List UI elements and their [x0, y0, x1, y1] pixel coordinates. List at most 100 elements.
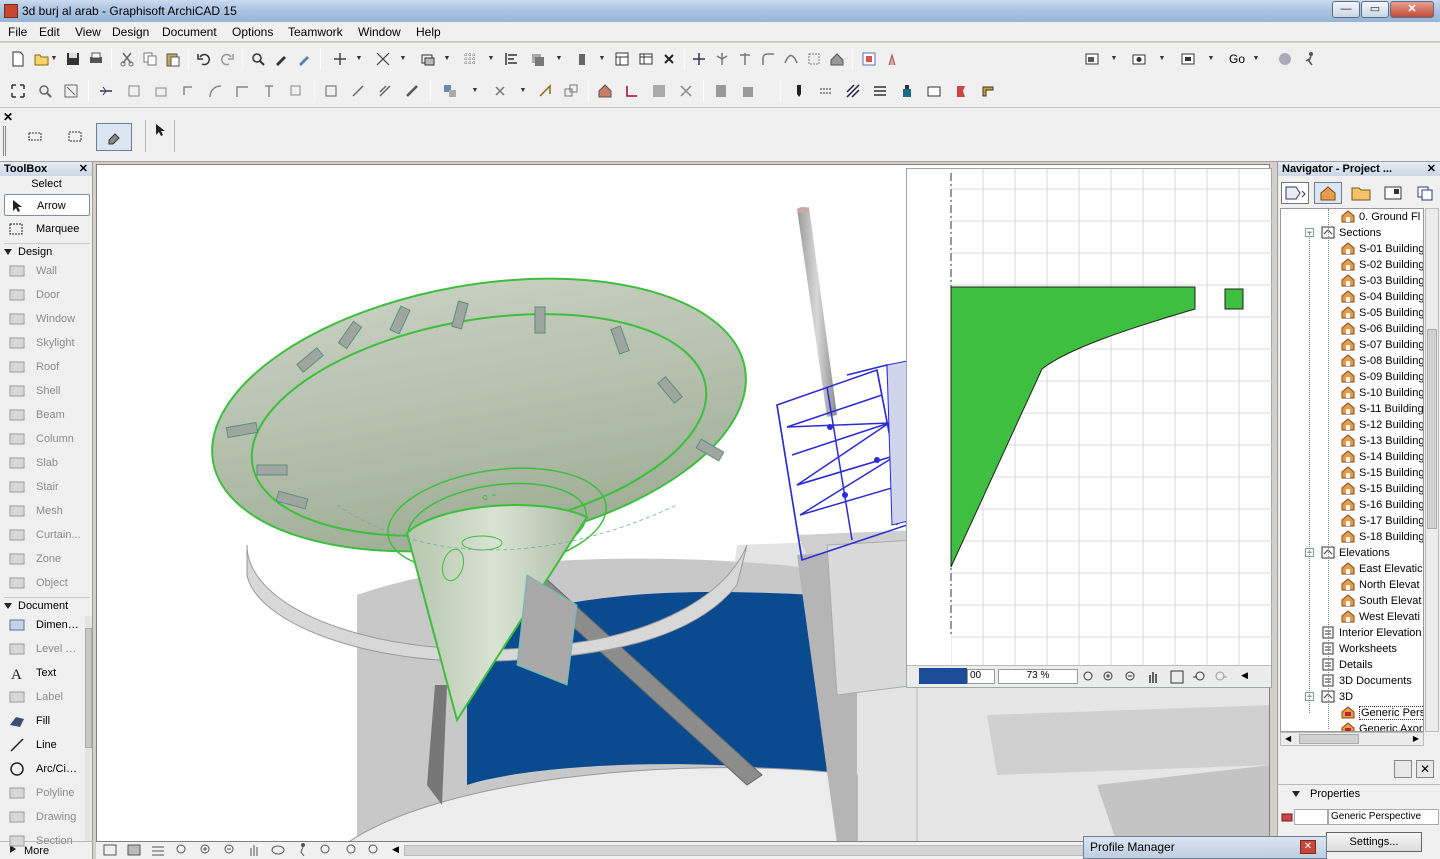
- menu-help[interactable]: Help: [416, 25, 441, 39]
- tool-skylight[interactable]: Skylight: [4, 332, 90, 354]
- profile-manager-close-icon[interactable]: ✕: [1300, 840, 1316, 854]
- window-view-icon[interactable]: [1180, 51, 1196, 67]
- duplicate-icon[interactable]: [288, 83, 304, 99]
- toolbox-close-icon[interactable]: ✕: [79, 162, 88, 176]
- navigator-popup-button[interactable]: [1281, 182, 1309, 204]
- navigator-item[interactable]: Interior Elevation: [1281, 625, 1423, 641]
- tool-wall[interactable]: Wall: [4, 260, 90, 282]
- tool-door[interactable]: Door: [4, 284, 90, 306]
- copy-icon[interactable]: [142, 51, 158, 67]
- navigator-item[interactable]: 0. Ground Fl: [1281, 209, 1423, 225]
- tool-stair[interactable]: Stair: [4, 476, 90, 498]
- zoom-icon[interactable]: [37, 83, 53, 99]
- find-select-icon[interactable]: [250, 51, 266, 67]
- stretch-icon[interactable]: [350, 83, 366, 99]
- navigator-item[interactable]: S-03 Building: [1281, 273, 1423, 289]
- go-menu[interactable]: Go: [1229, 52, 1245, 66]
- layers-dropdown[interactable]: ▼: [555, 51, 563, 67]
- close-x-icon[interactable]: [661, 51, 677, 67]
- navigator-item[interactable]: Generic Pers: [1281, 705, 1423, 721]
- profile-icon[interactable]: [713, 83, 729, 99]
- camera-icon[interactable]: [1131, 51, 1147, 67]
- distribute-dropdown[interactable]: ▼: [519, 83, 527, 99]
- magic-icon[interactable]: [404, 83, 420, 99]
- fill-type-icon[interactable]: [845, 83, 861, 99]
- info-box-grip-icon[interactable]: [3, 126, 11, 156]
- trim-icon[interactable]: [375, 51, 391, 67]
- walk-icon[interactable]: [294, 842, 310, 858]
- view-name-field[interactable]: Generic Perspective: [1328, 809, 1439, 825]
- cut-icon[interactable]: [119, 51, 135, 67]
- navigator-item[interactable]: S-12 Building: [1281, 417, 1423, 433]
- navigator-item[interactable]: Generic Axor: [1281, 721, 1423, 731]
- layout-book-tab[interactable]: [1382, 184, 1404, 202]
- elevation-icon[interactable]: [574, 51, 590, 67]
- table-icon[interactable]: [638, 51, 654, 67]
- go-dropdown[interactable]: ▼: [1252, 51, 1260, 67]
- fit-window-icon[interactable]: [10, 83, 26, 99]
- design-section-toggle[interactable]: Design: [4, 243, 90, 259]
- toolbox-scrollbar-thumb[interactable]: [85, 628, 92, 748]
- plan-scroll-left-icon[interactable]: ◀: [1241, 670, 1248, 681]
- tool-roof[interactable]: Roof: [4, 356, 90, 378]
- menu-teamwork[interactable]: Teamwork: [288, 25, 343, 39]
- new-file-icon[interactable]: [10, 51, 26, 67]
- markup-icon[interactable]: [953, 83, 969, 99]
- align-icon[interactable]: [504, 51, 520, 67]
- toolbox-scrollbar[interactable]: [85, 616, 92, 841]
- view-3d-dropdown[interactable]: ▼: [1110, 51, 1118, 67]
- resize-icon[interactable]: [180, 83, 196, 99]
- tool-arc-circle[interactable]: Arc/Ci…: [4, 758, 84, 780]
- print-icon[interactable]: [88, 51, 104, 67]
- corner-icon[interactable]: [234, 83, 250, 99]
- plan-shape-small[interactable]: [1224, 288, 1244, 310]
- view-id-field[interactable]: [1294, 809, 1328, 825]
- eyedropper-icon[interactable]: [273, 51, 289, 67]
- navigator-item[interactable]: S-08 Building: [1281, 353, 1423, 369]
- navigator-item[interactable]: S-14 Building: [1281, 449, 1423, 465]
- settings-button[interactable]: Settings...: [1326, 832, 1422, 852]
- navigator-item[interactable]: − Sections: [1281, 225, 1423, 241]
- redo-icon[interactable]: [219, 51, 235, 67]
- navigator-item[interactable]: S-06 Building: [1281, 321, 1423, 337]
- syringe-icon[interactable]: [296, 51, 312, 67]
- multiply-icon[interactable]: [563, 83, 579, 99]
- navigator-item[interactable]: S-09 Building: [1281, 369, 1423, 385]
- open-dropdown[interactable]: ▼: [50, 51, 58, 67]
- menu-view[interactable]: View: [75, 25, 101, 39]
- navigator-item[interactable]: S-17 Building: [1281, 513, 1423, 529]
- fillet-icon[interactable]: [760, 51, 776, 67]
- navigator-item[interactable]: S-11 Building: [1281, 401, 1423, 417]
- drag-icon[interactable]: [153, 83, 169, 99]
- scale-field[interactable]: 00: [967, 669, 995, 684]
- composite-icon[interactable]: [872, 83, 888, 99]
- navigator-item[interactable]: S-10 Building: [1281, 385, 1423, 401]
- zoom-in-3d-icon[interactable]: [198, 842, 214, 858]
- navigator-item[interactable]: S-05 Building: [1281, 305, 1423, 321]
- open-file-icon[interactable]: [34, 51, 50, 67]
- arc-edit-icon[interactable]: [207, 83, 223, 99]
- zoom-next-icon[interactable]: [1213, 669, 1229, 685]
- offset-all-icon[interactable]: [377, 83, 393, 99]
- navigator-item[interactable]: East Elevatic: [1281, 561, 1423, 577]
- explore-icon[interactable]: [1277, 51, 1293, 67]
- tool-level-dimension[interactable]: Level …: [4, 638, 84, 660]
- new-view-icon[interactable]: [1394, 760, 1412, 778]
- tool-marquee[interactable]: Marquee: [4, 218, 90, 240]
- menu-edit[interactable]: Edit: [39, 25, 60, 39]
- tool-line[interactable]: Line: [4, 734, 84, 756]
- line-type-icon[interactable]: [818, 83, 834, 99]
- project-map-tab[interactable]: [1314, 182, 1342, 204]
- navigator-item[interactable]: −3D: [1281, 689, 1423, 705]
- navigator-vscrollbar-thumb[interactable]: [1427, 329, 1437, 529]
- extend-icon[interactable]: [261, 83, 277, 99]
- undo-icon[interactable]: [196, 51, 212, 67]
- navigator-tree[interactable]: 0. Ground Fl − Sections S-01 Building S-02 B…: [1280, 208, 1424, 732]
- zoom-field[interactable]: 73 %: [998, 669, 1078, 684]
- arrange-dropdown[interactable]: ▼: [471, 83, 479, 99]
- zone-category-icon[interactable]: [926, 83, 942, 99]
- trim-dropdown[interactable]: ▼: [399, 51, 407, 67]
- properties-section-toggle[interactable]: Properties: [1278, 784, 1440, 800]
- navigator-item[interactable]: S-04 Building: [1281, 289, 1423, 305]
- rotate-icon[interactable]: [126, 83, 142, 99]
